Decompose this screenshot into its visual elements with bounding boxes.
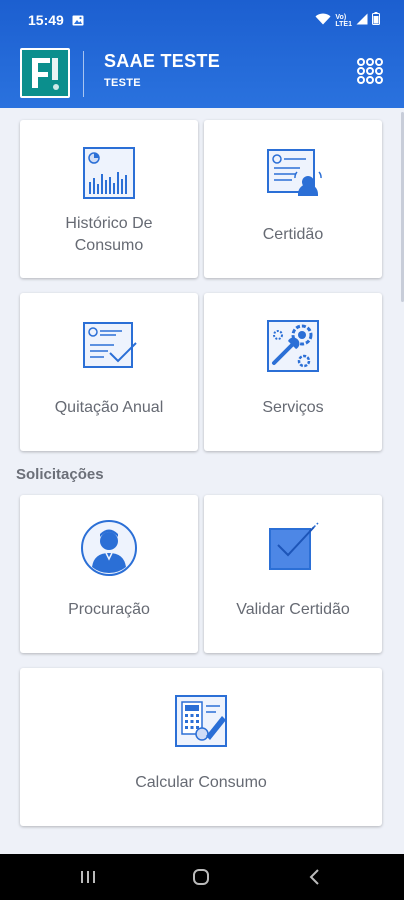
- card-label: Histórico De Consumo: [65, 215, 153, 254]
- volte-indicator: Vo) LTE1: [335, 14, 352, 28]
- tools-icon: [264, 317, 322, 375]
- person-icon: [80, 519, 138, 577]
- system-nav-bar: [0, 854, 404, 900]
- card-calcular-consumo[interactable]: Calcular Consumo: [20, 668, 382, 826]
- gallery-notification-icon: [72, 13, 84, 31]
- status-time: 15:49: [28, 12, 64, 28]
- app-logo: [20, 48, 70, 98]
- card-servicos[interactable]: Serviços: [204, 293, 382, 451]
- app-header: 15:49 Vo) LTE1 SAAE TESTE TESTE: [0, 0, 404, 108]
- validate-icon: [264, 519, 322, 577]
- volte-line-1: Vo): [335, 14, 347, 21]
- card-label: Certidão: [262, 226, 324, 243]
- volte-line-2: LTE1: [335, 21, 352, 28]
- back-icon[interactable]: [305, 868, 325, 886]
- app-title: SAAE TESTE: [104, 51, 221, 71]
- card-historico-consumo[interactable]: Histórico De Consumo: [20, 120, 198, 278]
- calculator-icon: [172, 692, 230, 750]
- battery-icon: [372, 12, 380, 30]
- header-divider: [83, 51, 84, 97]
- main-content[interactable]: Histórico De Consumo Certidão Quitação A…: [0, 108, 404, 854]
- card-label: Procuração: [68, 601, 150, 618]
- wifi-icon: [315, 12, 331, 30]
- certificate-icon: [264, 144, 322, 202]
- app-subtitle: TESTE: [104, 77, 141, 89]
- home-icon[interactable]: [191, 868, 211, 886]
- section-title-solicitacoes: Solicitações: [16, 466, 104, 483]
- card-label: Serviços: [262, 399, 324, 416]
- chart-icon: [80, 144, 138, 202]
- recent-apps-icon[interactable]: [78, 868, 98, 886]
- card-label: Validar Certidão: [236, 601, 350, 618]
- card-label: Calcular Consumo: [135, 774, 267, 791]
- card-quitacao-anual[interactable]: Quitação Anual: [20, 293, 198, 451]
- signal-icon: [356, 12, 368, 30]
- status-bar: 15:49 Vo) LTE1: [0, 0, 404, 36]
- apps-grid-icon[interactable]: [356, 57, 384, 85]
- card-certidao[interactable]: Certidão: [204, 120, 382, 278]
- card-validar-certidao[interactable]: Validar Certidão: [204, 495, 382, 653]
- card-label: Quitação Anual: [54, 399, 164, 416]
- status-icons: Vo) LTE1: [315, 12, 380, 30]
- document-check-icon: [80, 317, 138, 375]
- card-procuracao[interactable]: Procuração: [20, 495, 198, 653]
